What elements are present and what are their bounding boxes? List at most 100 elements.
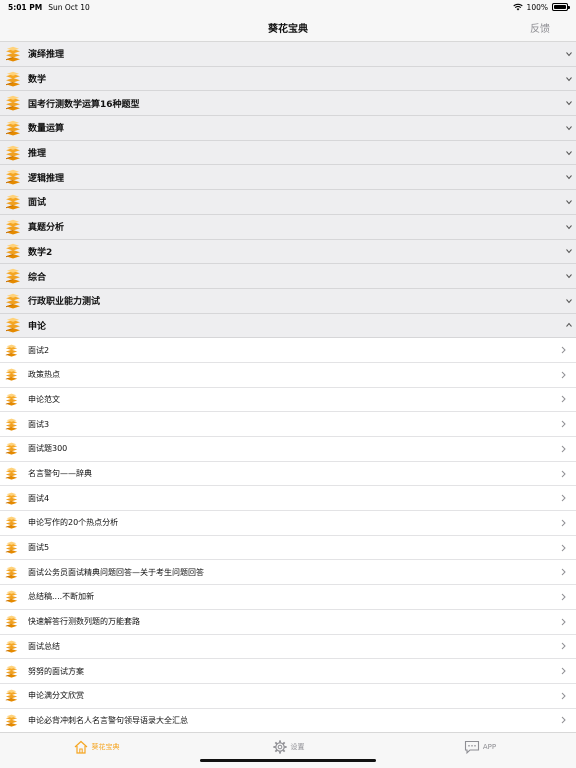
chevron-right-icon (561, 593, 566, 601)
section-label: 综合 (28, 272, 47, 283)
list-item[interactable]: 面试3 (0, 412, 576, 437)
chevron-right-icon (561, 642, 566, 650)
section-header[interactable]: 数量运算 (0, 116, 576, 141)
list-item-label: 面试公务员面试精典问题回答—关于考生问题回答 (28, 567, 204, 577)
books-icon (5, 418, 18, 431)
chevron-up-icon (566, 323, 572, 328)
tab-label: 葵花宝典 (91, 742, 120, 751)
books-icon (5, 591, 18, 604)
list-item[interactable]: 努努的面试方案 (0, 659, 576, 684)
chevron-right-icon (561, 544, 566, 551)
list-item[interactable]: 面试2 (0, 338, 576, 363)
chevron-right-icon (561, 519, 566, 527)
list-item-label: 申论范文 (28, 394, 60, 404)
tab-home[interactable]: 葵花宝典 (0, 733, 192, 768)
chevron-right-icon (561, 667, 566, 675)
books-icon (5, 640, 18, 653)
list-item-label: 名言警句——辞典 (28, 469, 92, 479)
section-label: 真题分析 (28, 223, 65, 234)
section-label: 演绎推理 (28, 50, 65, 61)
wifi-icon (512, 3, 523, 11)
section-label: 数学2 (28, 247, 53, 258)
chevron-right-icon (561, 717, 566, 724)
books-icon (6, 71, 20, 87)
list-item-label: 快速解答行测数列题的万能套路 (28, 617, 140, 627)
section-header[interactable]: 数学 (0, 66, 576, 92)
chevron-right-icon (561, 470, 566, 477)
books-icon (6, 145, 20, 161)
chat-icon (464, 740, 479, 754)
feedback-button[interactable]: 反馈 (530, 20, 550, 35)
list-item[interactable]: 政策热点 (0, 362, 576, 388)
list-item[interactable]: 总结稿....不断加新 (0, 585, 576, 610)
list-item-label: 面试总结 (28, 641, 60, 651)
books-icon (5, 665, 18, 678)
section-label: 数量运算 (28, 124, 65, 135)
section-header[interactable]: 演绎推理 (0, 42, 576, 67)
books-icon (6, 293, 20, 309)
chevron-down-icon (566, 249, 572, 254)
chevron-right-icon (561, 618, 566, 626)
list-item-label: 面试题300 (28, 444, 68, 454)
content-list[interactable]: 演绎推理数学国考行测数学运算16种题型 数量运算推理逻辑推理 面试真题分析数学2 综合… (0, 42, 576, 732)
status-bar: 5:01 PM Sun Oct 10 100% (0, 0, 576, 14)
chevron-right-icon (561, 692, 566, 700)
section-header[interactable]: 面试 (0, 190, 576, 215)
list-item-label: 面试4 (28, 493, 50, 503)
list-item[interactable]: 面试5 (0, 535, 576, 561)
books-icon (5, 442, 18, 455)
chevron-right-icon (561, 568, 566, 576)
list-item[interactable]: 面试公务员面试精典问题回答—关于考生问题回答 (0, 560, 576, 586)
gear-icon (272, 739, 287, 754)
chevron-down-icon (566, 52, 572, 57)
books-icon (6, 46, 20, 62)
chevron-down-icon (566, 175, 572, 180)
list-item[interactable]: 面试题300 (0, 437, 576, 462)
chevron-down-icon (566, 224, 572, 229)
status-time: 5:01 PM (8, 2, 43, 12)
books-icon (6, 244, 20, 259)
home-indicator (200, 759, 376, 762)
navigation-bar: 葵花宝典 反馈 (0, 14, 576, 42)
section-header[interactable]: 行政职业能力测试 (0, 288, 576, 314)
section-header[interactable]: 综合 (0, 264, 576, 289)
chevron-down-icon (566, 200, 572, 205)
section-header[interactable]: 真题分析 (0, 214, 576, 240)
list-item-label: 申论写作的20个热点分析 (28, 518, 119, 528)
list-item-label: 面试5 (28, 543, 50, 553)
books-icon (5, 566, 18, 579)
list-item[interactable]: 名言警句——辞典 (0, 461, 576, 487)
books-icon (6, 194, 20, 210)
list-item[interactable]: 申论满分文欣赏 (0, 683, 576, 709)
section-header[interactable]: 逻辑推理 (0, 165, 576, 191)
status-date: Sun Oct 10 (48, 2, 90, 12)
tab-chat[interactable]: APP (384, 733, 576, 768)
list-item[interactable]: 申论必背冲刺名人名言警句领导语录大全汇总 (0, 708, 576, 732)
section-header[interactable]: 申论 (0, 313, 576, 339)
books-icon (6, 268, 20, 284)
section-header[interactable]: 推理 (0, 140, 576, 166)
section-label: 推理 (28, 149, 47, 160)
books-icon (6, 318, 20, 333)
chevron-down-icon (566, 76, 572, 81)
home-icon (74, 740, 87, 754)
list-item[interactable]: 面试总结 (0, 634, 576, 660)
section-label: 数学 (28, 75, 47, 86)
list-item-label: 申论必背冲刺名人名言警句领导语录大全汇总 (28, 715, 188, 725)
section-label: 国考行测数学运算16种题型 (28, 99, 140, 110)
tab-label: 设置 (290, 742, 305, 751)
section-label: 行政职业能力测试 (28, 297, 101, 308)
list-item[interactable]: 申论写作的20个热点分析 (0, 511, 576, 536)
status-right: 100% (512, 3, 570, 12)
books-icon (5, 393, 18, 406)
list-item[interactable]: 快速解答行测数列题的万能套路 (0, 609, 576, 635)
list-item-label: 政策热点 (28, 370, 60, 380)
tab-gear[interactable]: 设置 (192, 733, 384, 768)
list-item[interactable]: 申论范文 (0, 387, 576, 413)
list-item[interactable]: 面试4 (0, 486, 576, 512)
chevron-right-icon (561, 371, 566, 379)
section-header[interactable]: 国考行测数学运算16种题型 (0, 91, 576, 117)
section-header[interactable]: 数学2 (0, 239, 576, 265)
page-title: 葵花宝典 (268, 24, 308, 35)
chevron-right-icon (561, 445, 566, 453)
